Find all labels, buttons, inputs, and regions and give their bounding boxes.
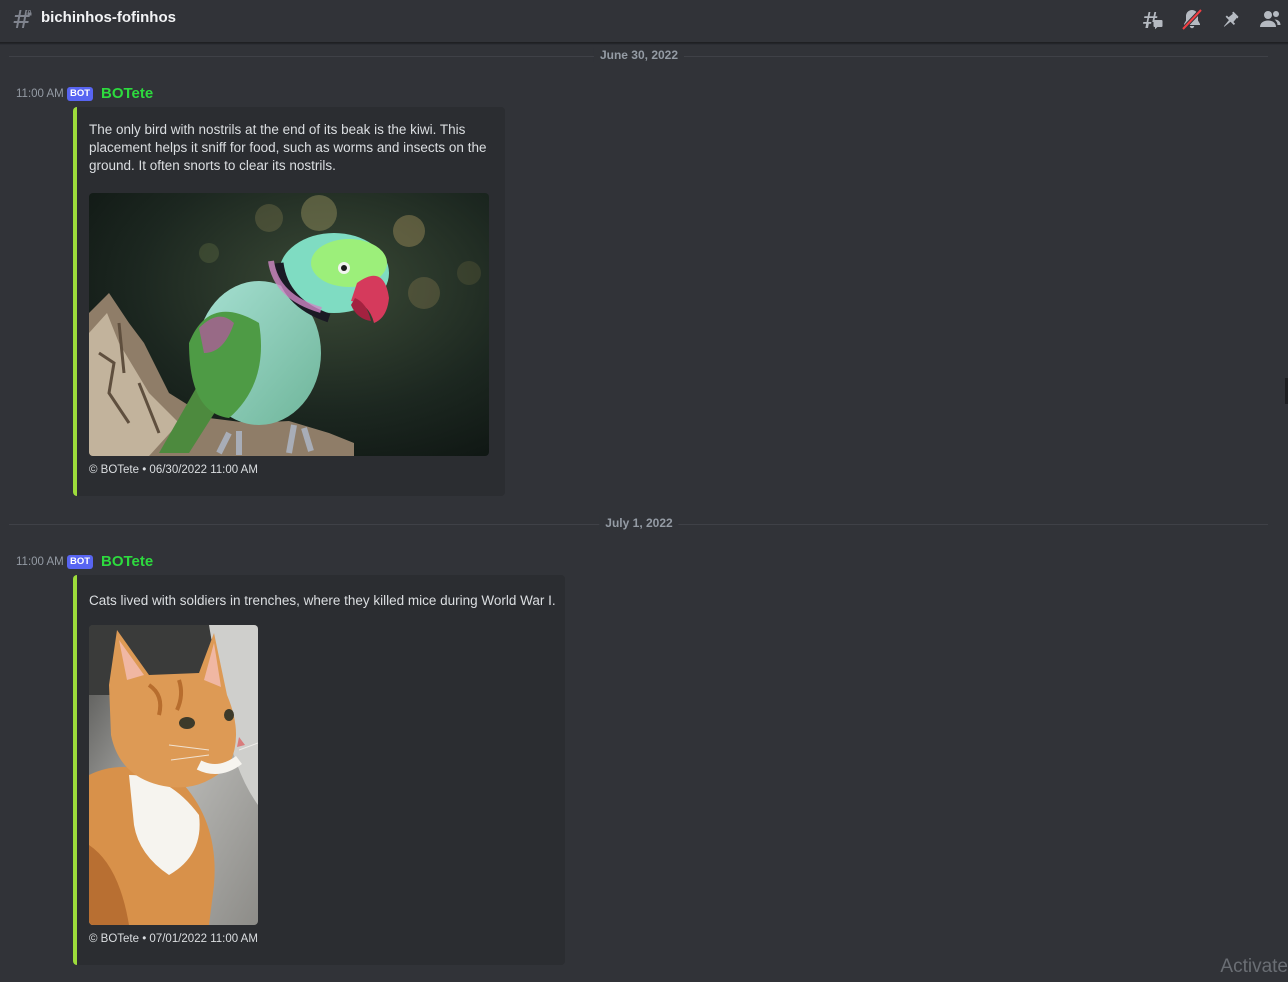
parrot-photo: [89, 193, 489, 456]
threads-icon[interactable]: [1140, 7, 1164, 31]
message-embed: Cats lived with soldiers in trenches, wh…: [73, 575, 565, 965]
channel-name: bichinhos-fofinhos: [41, 9, 176, 26]
date-divider-label: July 1, 2022: [599, 516, 679, 530]
member-list-icon[interactable]: [1258, 7, 1282, 31]
date-divider-label: June 30, 2022: [593, 48, 685, 62]
author-name[interactable]: BOTete: [101, 553, 153, 570]
author-name[interactable]: BOTete: [101, 85, 153, 102]
pinned-messages-icon[interactable]: [1219, 7, 1243, 31]
message-timestamp[interactable]: 11:00 AM: [16, 88, 64, 100]
channel-header: bichinhos-fofinhos: [0, 0, 1288, 43]
message-timestamp[interactable]: 11:00 AM: [16, 556, 64, 568]
cat-image[interactable]: [89, 625, 258, 925]
activate-windows-watermark: Activate: [1220, 956, 1288, 977]
text-channel-thread-icon: [13, 9, 33, 28]
parrot-image[interactable]: [89, 193, 489, 456]
embed-description: Cats lived with soldiers in trenches, wh…: [89, 593, 556, 608]
embed-footer: © BOTete • 07/01/2022 11:00 AM: [89, 933, 258, 945]
message-embed: The only bird with nostrils at the end o…: [73, 107, 505, 496]
embed-footer: © BOTete • 06/30/2022 11:00 AM: [89, 464, 258, 476]
bot-tag: BOT: [67, 87, 93, 101]
cat-photo: [89, 625, 258, 925]
notifications-muted-icon[interactable]: [1180, 7, 1204, 31]
bot-tag: BOT: [67, 555, 93, 569]
embed-description: The only bird with nostrils at the end o…: [89, 122, 487, 173]
